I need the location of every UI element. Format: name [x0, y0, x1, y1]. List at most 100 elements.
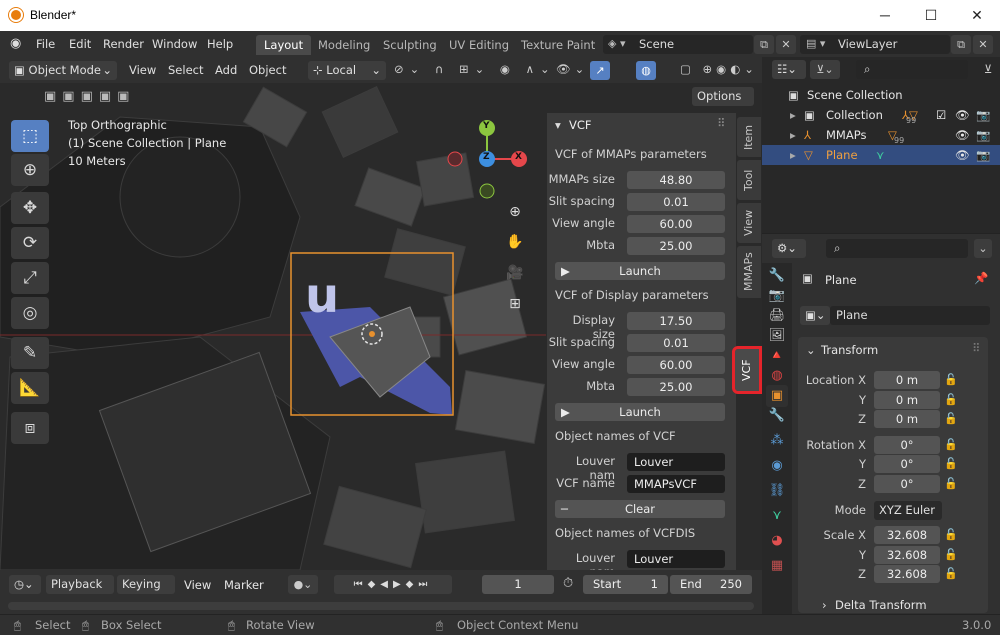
move-tool-icon[interactable]: ✥	[11, 192, 49, 224]
scale-z-field[interactable]: 32.608	[874, 565, 940, 583]
tab-layout[interactable]: Layout	[256, 35, 312, 55]
gizmo-toggle-icon[interactable]: ↗	[590, 61, 610, 80]
shading-modes-icon[interactable]: ▢ ⊕◉◐⌄	[680, 62, 758, 76]
lock-icon[interactable]: 🔓	[944, 567, 960, 580]
menu-render[interactable]: Render	[103, 37, 144, 51]
lock-icon[interactable]: 🔓	[944, 477, 960, 490]
location-y-field[interactable]: 0 m	[874, 391, 940, 409]
navigation-gizmo[interactable]	[440, 117, 540, 212]
grid-ortho-icon[interactable]: ⊞	[502, 291, 528, 317]
lock-icon[interactable]: 🔓	[944, 438, 960, 451]
3d-viewport[interactable]: u ▣ Object Mode ⌄ View Select Add Object …	[0, 57, 762, 570]
transform-tool-icon[interactable]: ◎	[11, 297, 49, 329]
end-frame-field[interactable]: End 250	[670, 575, 752, 594]
outliner-row-scene-collection[interactable]: ▣ Scene Collection	[762, 85, 1000, 105]
location-z-field[interactable]: 0 m	[874, 410, 940, 428]
mbta-field[interactable]: 25.00	[627, 237, 725, 255]
keying-menu[interactable]: Keying⌄	[117, 575, 175, 610]
outliner-row-plane[interactable]: ▸ ▽ Plane ⋎ 👁 📷	[762, 145, 1000, 165]
tab-vcf[interactable]: VCF	[732, 346, 762, 394]
menu-select[interactable]: Select	[168, 63, 203, 77]
zoom-icon[interactable]: ⊕	[502, 199, 528, 225]
object-browse-icon[interactable]: ▣⌄	[800, 306, 830, 325]
tab-sculpting[interactable]: Sculpting	[375, 35, 445, 55]
clear-button[interactable]: ─ Clear	[555, 500, 725, 518]
menu-add[interactable]: Add	[215, 63, 237, 77]
tab-texture-paint[interactable]: Texture Paint	[513, 35, 603, 55]
rotation-z-field[interactable]: 0°	[874, 475, 940, 493]
tab-tool[interactable]: Tool	[737, 160, 761, 200]
view-angle-field[interactable]: 60.00	[627, 356, 725, 374]
outliner-row-collection[interactable]: ▸ ▣ Collection ⅄▽ 99 ☑ 👁 📷	[762, 105, 1000, 125]
properties-options-icon[interactable]: ⌄	[974, 239, 992, 258]
cursor-tool-icon[interactable]: ⊕	[11, 154, 49, 186]
mode-dropdown[interactable]: ▣ Object Mode ⌄	[9, 61, 117, 80]
display-size-field[interactable]: 17.50	[627, 312, 725, 330]
transform-title[interactable]: Transform	[821, 343, 878, 357]
record-icon[interactable]: ●⌄	[288, 575, 318, 594]
selection-mode-icons[interactable]: ▣▣▣▣▣	[44, 89, 135, 104]
minimize-button[interactable]: ─	[862, 0, 908, 31]
launch-mmaps-button[interactable]: ▶ Launch	[555, 262, 725, 280]
lock-icon[interactable]: 🔓	[944, 373, 960, 386]
mmaps-size-field[interactable]: 48.80	[627, 171, 725, 189]
lock-icon[interactable]: 🔓	[944, 393, 960, 406]
outliner-editor-icon[interactable]: ☷⌄	[772, 60, 806, 79]
expand-arrow-icon[interactable]: ▸	[790, 105, 796, 125]
tool-tab-icon[interactable]: 🔧	[766, 265, 788, 287]
tab-view[interactable]: View	[737, 203, 761, 243]
scene-field[interactable]: Scene	[603, 35, 753, 54]
blender-menu-icon[interactable]: ◉	[10, 36, 21, 51]
eye-icon[interactable]: 👁	[955, 125, 970, 145]
panel-collapse-icon[interactable]: ▾	[555, 118, 561, 132]
expand-arrow-icon[interactable]: ▸	[790, 145, 796, 165]
scale-tool-icon[interactable]: ⤢	[11, 262, 49, 294]
snapping-icons[interactable]: ⊘⌄ ∩ ⊞⌄ ◉ ∧⌄	[394, 62, 556, 76]
slit-spacing-field[interactable]: 0.01	[627, 193, 725, 211]
lock-icon[interactable]: 🔓	[944, 548, 960, 561]
menu-file[interactable]: File	[36, 37, 55, 51]
launch-display-button[interactable]: ▶ Launch	[555, 403, 725, 421]
filter-icon[interactable]: ⊻	[984, 62, 992, 76]
eye-icon[interactable]: 👁	[955, 145, 970, 165]
exclude-checkbox[interactable]: ☑	[936, 105, 946, 125]
tab-uv-editing[interactable]: UV Editing	[441, 35, 517, 55]
overlay-toggle-icon[interactable]: ◍	[636, 61, 656, 80]
rotation-y-field[interactable]: 0°	[874, 455, 940, 473]
playback-menu[interactable]: Playback⌄	[46, 575, 114, 610]
camera-render-icon[interactable]: 📷	[976, 145, 990, 165]
menu-edit[interactable]: Edit	[69, 37, 91, 51]
rotation-x-field[interactable]: 0°	[874, 436, 940, 454]
delete-view-layer-icon[interactable]: ✕	[973, 35, 993, 54]
rotation-mode-dropdown[interactable]: XYZ Euler⌄	[874, 501, 942, 536]
drag-handle-icon[interactable]: ⠿	[717, 116, 725, 130]
outliner-search-input[interactable]: ⌕	[856, 60, 968, 79]
slit-spacing-field[interactable]: 0.01	[627, 334, 725, 352]
object-name-field[interactable]: Plane	[830, 306, 990, 325]
drag-handle-icon[interactable]: ⠿	[972, 341, 980, 355]
filter-display-icon[interactable]: ⊻⌄	[810, 60, 840, 79]
output-tab-icon[interactable]: 🖨	[766, 305, 788, 327]
mbta-field[interactable]: 25.00	[627, 378, 725, 396]
menu-view[interactable]: View	[184, 578, 211, 592]
outliner-row-mmaps[interactable]: ▸ ⅄ MMAPs ▽ 99 👁 📷	[762, 125, 1000, 145]
menu-view[interactable]: View	[129, 63, 156, 77]
menu-marker[interactable]: Marker	[224, 578, 264, 592]
eye-icon[interactable]: 👁	[955, 105, 970, 125]
delta-transform-title[interactable]: Delta Transform	[835, 598, 927, 612]
timeline-scrubber[interactable]	[8, 602, 754, 610]
lock-icon[interactable]: 🔓	[944, 412, 960, 425]
scale-x-field[interactable]: 32.608	[874, 526, 940, 544]
location-x-field[interactable]: 0 m	[874, 371, 940, 389]
options-dropdown[interactable]: Options⌄	[692, 87, 754, 122]
menu-object[interactable]: Object	[249, 63, 286, 77]
lock-icon[interactable]: 🔓	[944, 528, 960, 541]
camera-render-icon[interactable]: 📷	[976, 105, 990, 125]
annotate-tool-icon[interactable]: ✎	[11, 337, 49, 369]
tab-modeling[interactable]: Modeling	[310, 35, 378, 55]
playback-controls-icon[interactable]: ⏮◆◀▶◆⏭	[334, 575, 452, 594]
current-frame-field[interactable]: 1	[482, 575, 554, 594]
vcf-name-field[interactable]: MMAPsVCF	[627, 475, 725, 493]
pin-icon[interactable]: 📌	[974, 271, 988, 285]
rotate-tool-icon[interactable]: ⟳	[11, 227, 49, 259]
